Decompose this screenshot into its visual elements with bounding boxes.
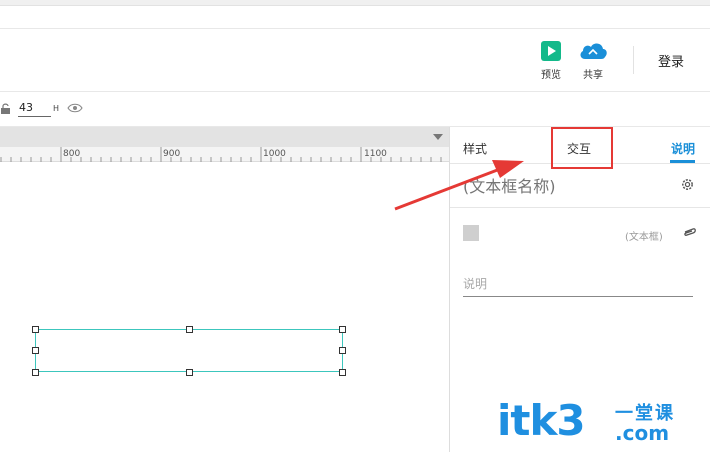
share-label: 共享 (583, 70, 603, 81)
top-strip (0, 0, 710, 6)
chevron-down-icon[interactable] (433, 134, 443, 140)
property-bar: H (0, 93, 710, 127)
play-icon (541, 41, 561, 61)
ruler-label: 1100 (364, 149, 387, 159)
resize-handle[interactable] (186, 326, 193, 333)
tab-style[interactable]: 样式 (463, 140, 487, 157)
preview-label: 预览 (541, 70, 561, 81)
widget-name-input[interactable] (463, 174, 663, 198)
design-canvas[interactable] (0, 163, 449, 452)
resize-handle[interactable] (339, 369, 346, 376)
highlight-annotation (551, 127, 613, 169)
height-input[interactable] (18, 99, 51, 117)
ruler-label: 900 (163, 149, 181, 159)
panel-separator (450, 207, 710, 208)
resize-handle[interactable] (339, 347, 346, 354)
cloud-icon (580, 43, 607, 59)
height-label: H (53, 104, 60, 113)
resize-handle[interactable] (32, 326, 39, 333)
widget-type-label: (文本框) (625, 232, 663, 243)
ruler-header (0, 127, 449, 147)
horizontal-ruler: 800 900 1000 1100 (0, 127, 449, 163)
share-button[interactable]: 共享 (573, 41, 613, 87)
login-button[interactable]: 登录 (658, 51, 684, 70)
watermark-logo: itk3 一堂课 .com (497, 395, 697, 450)
resize-handle[interactable] (339, 326, 346, 333)
toolbar-divider (633, 46, 634, 74)
notes-input[interactable] (463, 271, 693, 297)
preview-button[interactable]: 预览 (531, 41, 571, 87)
widget-type-icon (463, 225, 479, 241)
resize-handle[interactable] (32, 369, 39, 376)
watermark-domain: .com (615, 421, 670, 445)
lock-icon[interactable] (0, 102, 12, 115)
main-toolbar: 预览 共享 登录 (0, 28, 710, 92)
ruler-label: 800 (63, 149, 81, 159)
active-tab-indicator (670, 160, 695, 163)
gear-icon[interactable] (680, 177, 695, 192)
ruler-label: 1000 (263, 149, 286, 159)
tab-notes[interactable]: 说明 (671, 140, 695, 157)
eye-icon[interactable] (67, 102, 83, 114)
resize-handle[interactable] (32, 347, 39, 354)
ruler-scale: 800 900 1000 1100 (0, 147, 449, 162)
paperclip-icon[interactable] (682, 226, 697, 238)
textbox-widget[interactable] (35, 329, 343, 372)
resize-handle[interactable] (186, 369, 193, 376)
watermark-brand: itk3 (497, 396, 586, 445)
